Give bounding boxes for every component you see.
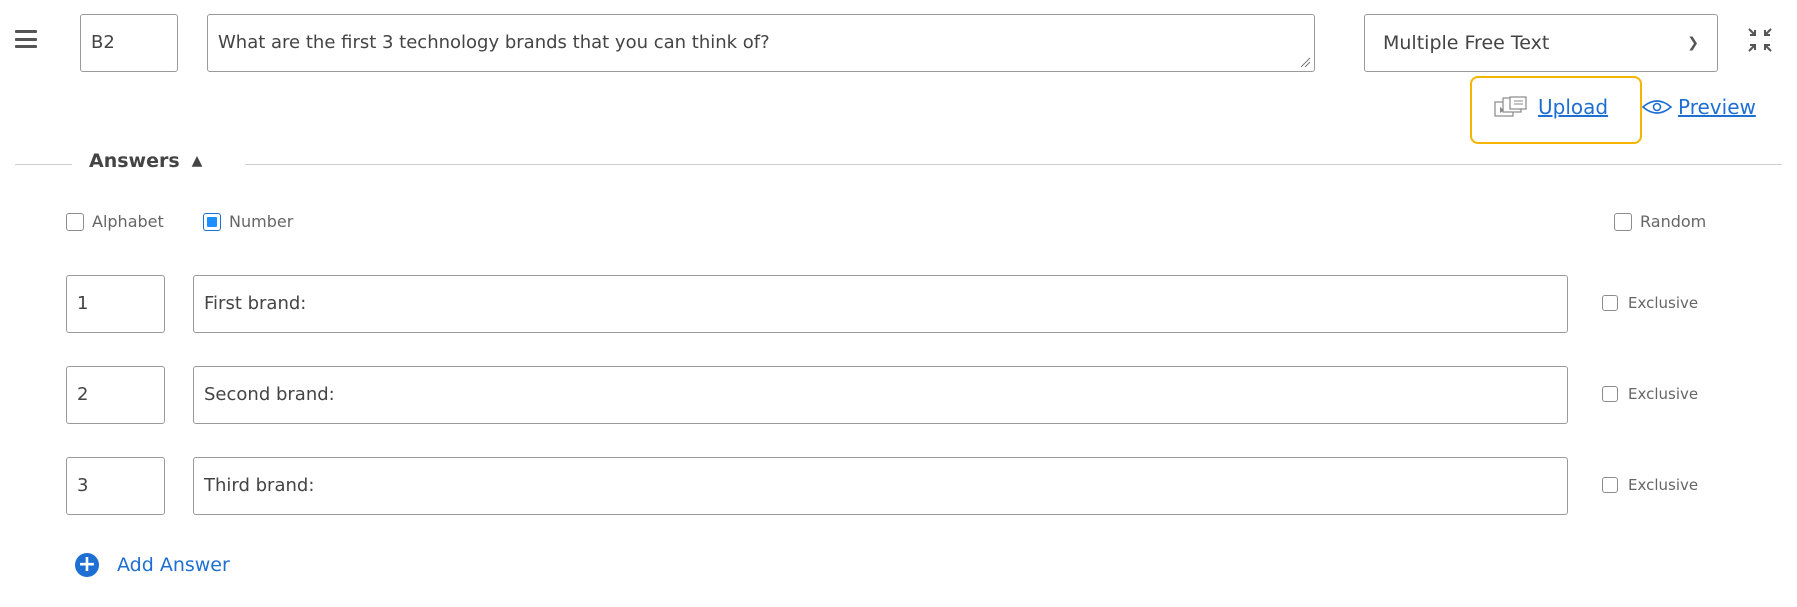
answer-text-input[interactable]: Third brand: [193,457,1568,515]
answer-row: 1 First brand: Exclusive [0,275,1797,333]
exclusive-checkbox[interactable] [1602,386,1618,402]
question-editor: B2 What are the first 3 technology brand… [0,0,1797,607]
answer-code-input[interactable]: 1 [66,275,165,333]
alphabet-option[interactable]: Alphabet [66,212,164,231]
eye-icon [1642,100,1672,114]
exclusive-label: Exclusive [1628,476,1699,494]
resize-grip-icon[interactable] [1299,56,1311,68]
chevron-down-icon: ❯ [1687,35,1699,51]
exclusive-option[interactable]: Exclusive [1602,294,1698,312]
exclusive-option[interactable]: Exclusive [1602,476,1698,494]
preview-label: Preview [1678,95,1756,119]
caret-up-icon: ▲ [191,153,203,169]
answers-title: Answers [89,150,180,172]
exclusive-option[interactable]: Exclusive [1602,385,1698,403]
number-option[interactable]: Number [203,212,293,231]
question-id-input[interactable]: B2 [80,14,178,72]
add-answer-button[interactable]: + Add Answer [75,553,230,577]
question-type-select[interactable]: Multiple Free Text ❯ [1364,14,1718,72]
menu-icon[interactable] [15,30,37,48]
exclusive-label: Exclusive [1628,294,1699,312]
upload-link[interactable]: Upload [1494,92,1608,122]
number-label: Number [229,212,294,231]
divider-right [245,164,1782,165]
exclusive-checkbox[interactable] [1602,477,1618,493]
plus-circle-icon: + [75,553,99,577]
upload-icon [1494,96,1527,117]
question-text-input[interactable]: What are the first 3 technology brands t… [207,14,1315,72]
alphabet-checkbox[interactable] [66,212,84,231]
answer-row: 3 Third brand: Exclusive [0,457,1797,515]
divider-left [15,164,72,165]
question-type-value: Multiple Free Text [1383,32,1550,54]
answer-text-input[interactable]: First brand: [193,275,1568,333]
random-label: Random [1640,212,1707,231]
number-checkbox[interactable] [203,212,221,231]
question-text-value: What are the first 3 technology brands t… [218,32,770,53]
answer-row: 2 Second brand: Exclusive [0,366,1797,424]
answers-section-toggle[interactable]: Answers ▲ [89,150,202,172]
add-answer-label: Add Answer [117,554,230,576]
answer-text-input[interactable]: Second brand: [193,366,1568,424]
random-checkbox[interactable] [1614,212,1632,231]
preview-link[interactable]: Preview [1642,92,1756,122]
collapse-icon[interactable] [1745,25,1775,55]
random-option[interactable]: Random [1614,212,1706,231]
exclusive-checkbox[interactable] [1602,295,1618,311]
exclusive-label: Exclusive [1628,385,1699,403]
answer-code-input[interactable]: 2 [66,366,165,424]
upload-label: Upload [1538,95,1609,119]
answer-code-input[interactable]: 3 [66,457,165,515]
alphabet-label: Alphabet [92,212,164,231]
